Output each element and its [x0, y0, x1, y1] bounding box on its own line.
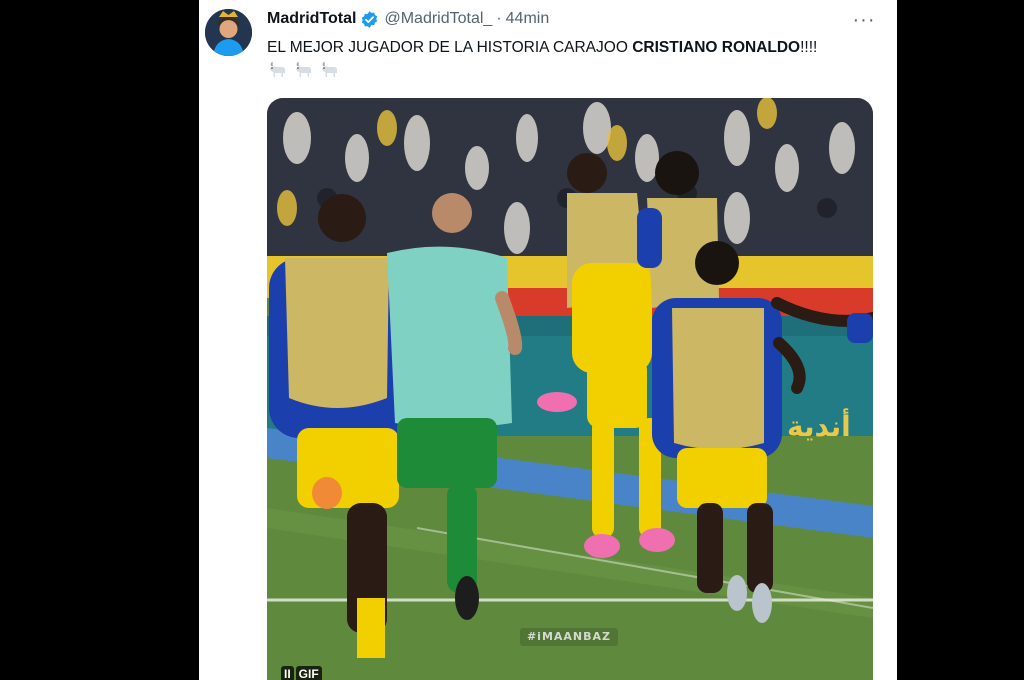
- celebration-scene-image: أندية: [267, 98, 873, 680]
- separator-dot: ·: [496, 10, 502, 27]
- tweet-text-bold: CRISTIANO RONALDO: [632, 39, 801, 56]
- more-icon: ···: [852, 8, 876, 31]
- verified-badge-icon: [360, 10, 379, 29]
- more-options-button[interactable]: ···: [849, 9, 879, 31]
- avatar[interactable]: [205, 9, 252, 56]
- avatar-image: [205, 9, 252, 56]
- pause-button[interactable]: II: [281, 666, 294, 680]
- tweet-text-tail: !!!!: [800, 39, 818, 56]
- video-watermark: #iMAANBAZ: [520, 628, 618, 646]
- tweet-text: EL MEJOR JUGADOR DE LA HISTORIA CARAJOO …: [267, 37, 881, 58]
- goat-emoji-icon: [270, 62, 285, 77]
- tweet-card[interactable]: MadridTotal @MadridTotal_ · 44min ··· EL…: [199, 0, 897, 680]
- tweet-media-gif[interactable]: أندية #iMAANBAZ II GIF: [267, 98, 873, 680]
- tweet-header: MadridTotal @MadridTotal_ · 44min: [267, 9, 877, 29]
- goat-emoji-icon: [296, 62, 311, 77]
- emoji-row: [267, 60, 341, 82]
- goat-emoji-icon: [322, 62, 337, 77]
- gif-controls: II GIF: [281, 666, 322, 680]
- tweet-text-plain: EL MEJOR JUGADOR DE LA HISTORIA CARAJOO: [267, 39, 633, 56]
- user-handle[interactable]: @MadridTotal_: [384, 10, 492, 28]
- ad-board-text: أندية: [787, 408, 851, 443]
- timestamp[interactable]: 44min: [506, 10, 550, 28]
- gif-badge: GIF: [295, 666, 322, 680]
- display-name[interactable]: MadridTotal: [267, 10, 356, 28]
